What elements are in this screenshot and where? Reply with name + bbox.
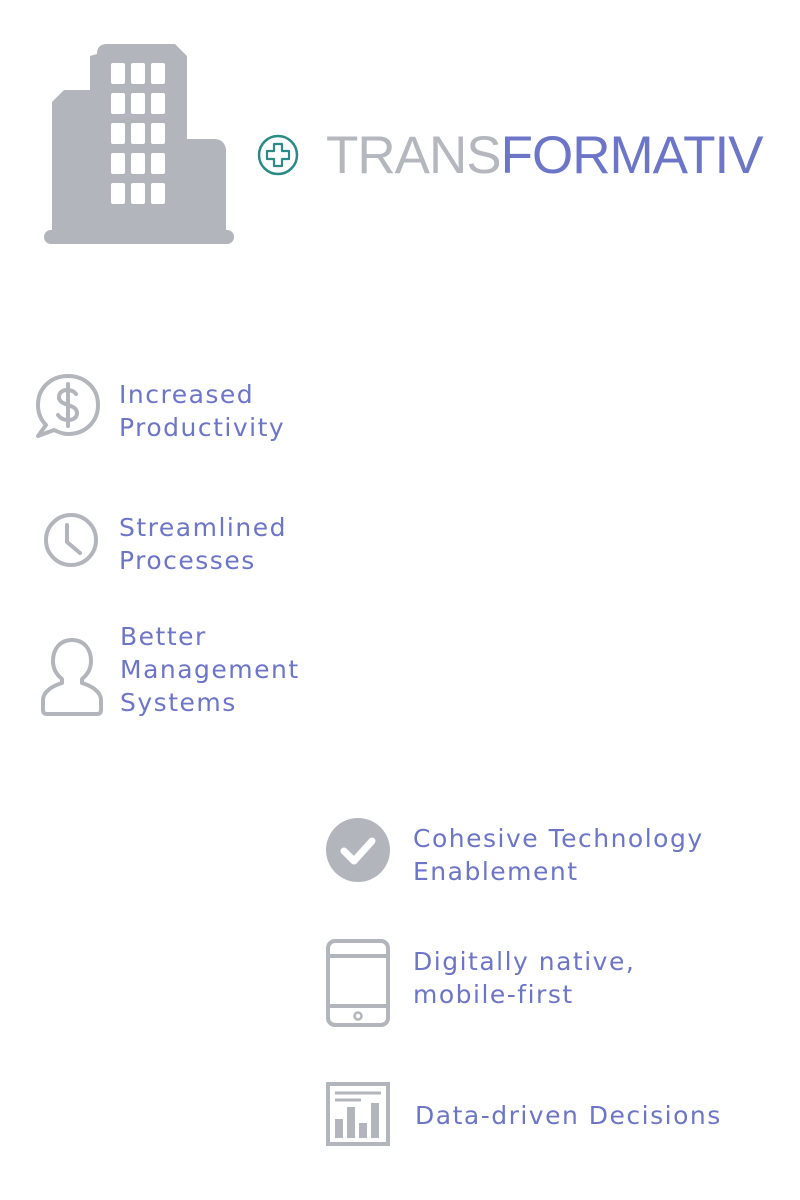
bar-chart-icon [325,1081,391,1147]
feature-line: Increased [119,380,255,409]
plus-circle-icon [256,133,300,177]
feature-line: Productivity [119,413,286,442]
feature-line: Systems [120,688,237,717]
feature-line: Enablement [413,857,579,886]
feature-line: Processes [119,546,256,575]
feature-cohesive-technology: Cohesive Technology Enablement [413,822,704,888]
check-circle-icon [325,817,391,883]
brand-prefix: TRANS [326,125,502,185]
feature-digitally-native: Digitally native, mobile-first [413,945,635,1011]
feature-line: Cohesive Technology [413,824,704,853]
feature-line: Better [120,622,207,651]
feature-line: mobile-first [413,980,574,1009]
tablet-icon [325,938,391,1028]
brand-suffix: FORMATIV [500,125,764,185]
feature-line: Digitally native, [413,947,636,976]
feature-line: Streamlined [119,513,287,542]
feature-line: Data-driven Decisions [415,1101,722,1130]
brand-wordmark: TRANS FORMATIV [326,118,764,192]
feature-data-driven-decisions: Data-driven Decisions [415,1099,722,1132]
clock-icon [42,511,100,569]
feature-line: Management [120,655,300,684]
building-icon [42,42,236,248]
feature-streamlined-processes: Streamlined Processes [119,511,287,577]
dollar-chat-icon [34,372,102,440]
feature-better-management-systems: Better Management Systems [120,620,300,719]
user-icon [38,634,106,718]
feature-increased-productivity: Increased Productivity [119,378,285,444]
